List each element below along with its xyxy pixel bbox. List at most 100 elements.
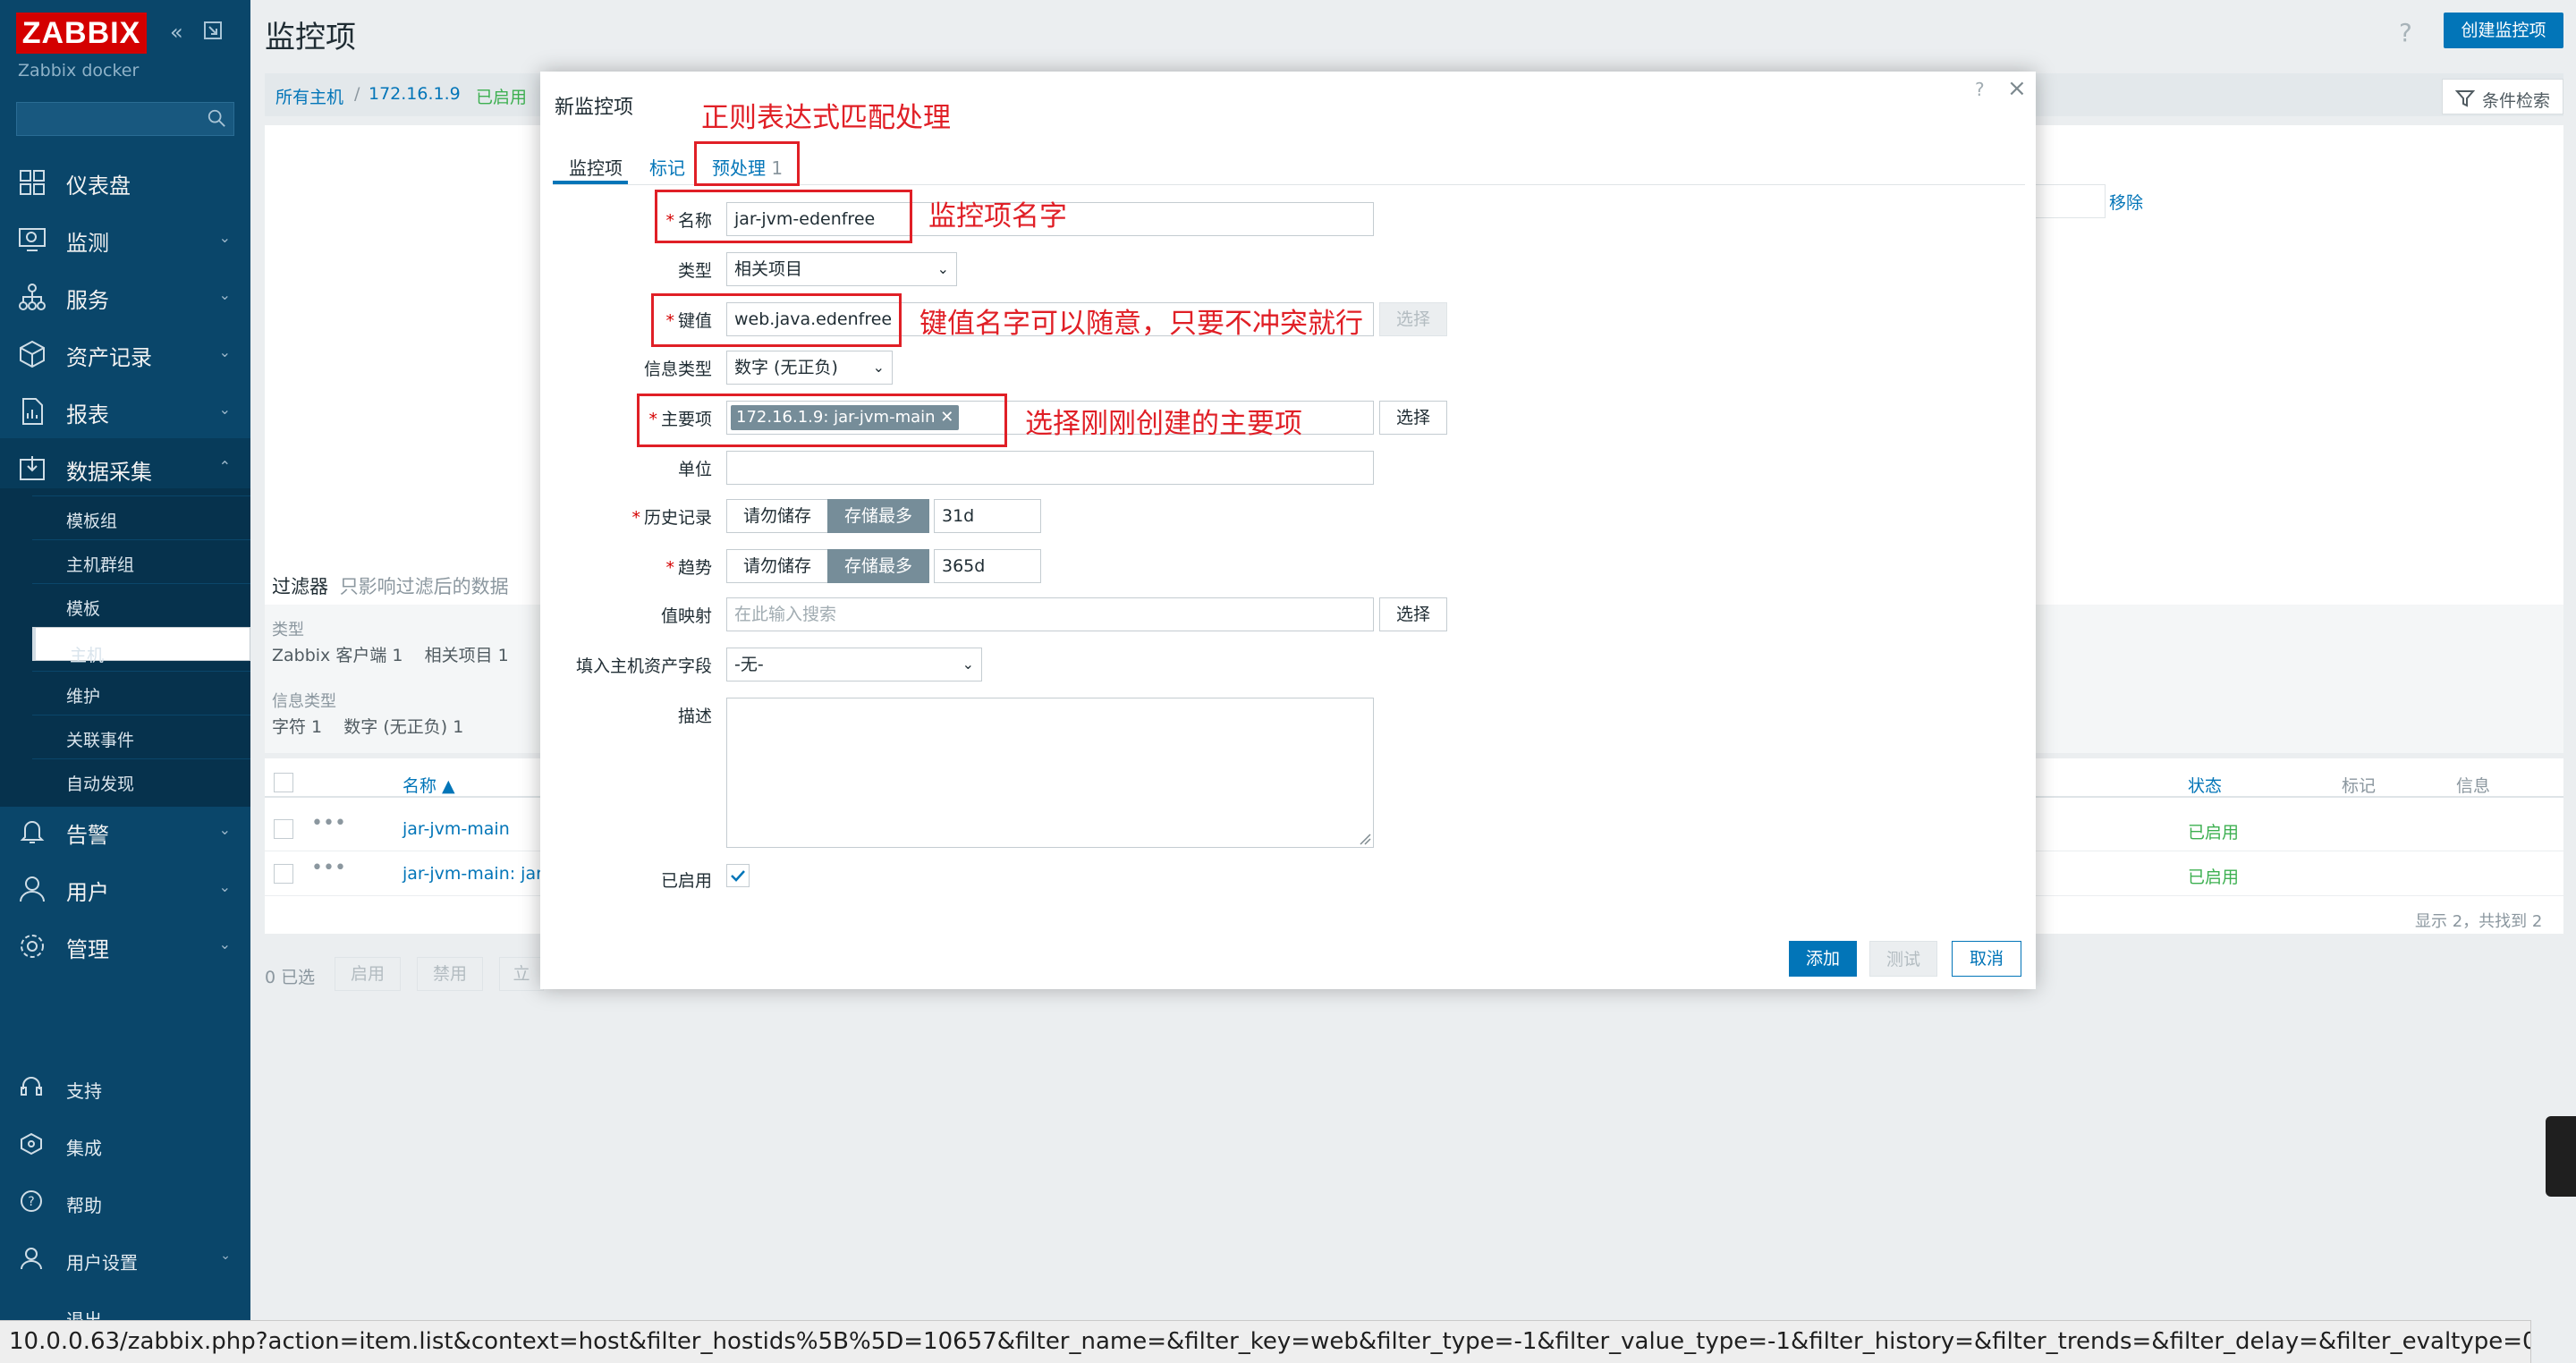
nav-data-collection[interactable]: 数据采集 ⌃ bbox=[0, 438, 250, 495]
selected-count: 0 已选 bbox=[265, 968, 316, 987]
nav-user-settings[interactable]: 用户设置 ⌄ bbox=[0, 1236, 250, 1281]
row-menu-icon[interactable]: ••• bbox=[311, 812, 346, 834]
row-item-name[interactable]: jar-jvm-main bbox=[402, 819, 510, 839]
history-period-input[interactable]: 31d bbox=[934, 499, 1041, 533]
nav-dashboard[interactable]: 仪表盘 bbox=[0, 152, 250, 209]
submenu-maintenance[interactable]: 维护 bbox=[32, 671, 250, 714]
submenu-hosts[interactable]: 主机 bbox=[32, 627, 250, 665]
breadcrumb-enabled[interactable]: 已启用 bbox=[476, 84, 527, 108]
server-name: Zabbix docker bbox=[18, 61, 140, 80]
nav-help[interactable]: ? 帮助 bbox=[0, 1179, 250, 1223]
filter-icon bbox=[2455, 90, 2475, 107]
breadcrumb-all-hosts[interactable]: 所有主机 bbox=[275, 84, 343, 108]
enabled-checkbox[interactable] bbox=[726, 864, 750, 887]
units-label: 单位 bbox=[677, 460, 712, 479]
history-do-not-store-option[interactable]: 请勿储存 bbox=[726, 499, 828, 533]
chevron-down-icon: ⌄ bbox=[218, 821, 231, 838]
select-all-checkbox[interactable] bbox=[274, 773, 293, 792]
type-label: 类型 bbox=[677, 261, 712, 281]
side-widget-handle[interactable] bbox=[2546, 1116, 2576, 1197]
submenu-label: 关联事件 bbox=[66, 731, 135, 750]
tab-item[interactable]: 监控项 bbox=[569, 154, 623, 180]
row-menu-icon[interactable]: ••• bbox=[311, 857, 346, 879]
column-status-header[interactable]: 状态 bbox=[2188, 773, 2222, 797]
annotation-master-item: 选择刚刚创建的主要项 bbox=[1025, 408, 1302, 440]
collapse-sidebar-icon[interactable]: « bbox=[170, 20, 183, 45]
nav-users[interactable]: 用户 ⌄ bbox=[0, 859, 250, 916]
mass-execute-now-button[interactable]: 立 bbox=[499, 957, 544, 991]
annotation-preprocessing: 正则表达式匹配处理 bbox=[701, 102, 951, 134]
nav-label: 管理 bbox=[66, 937, 109, 962]
mass-enable-button[interactable]: 启用 bbox=[335, 957, 401, 991]
nav-services[interactable]: 服务 ⌄ bbox=[0, 267, 250, 324]
breadcrumb-host[interactable]: 172.16.1.9 bbox=[369, 84, 461, 104]
chevron-down-icon: ⌄ bbox=[936, 260, 949, 277]
nav-support[interactable]: 支持 bbox=[0, 1064, 250, 1109]
subfilter-type-values[interactable]: Zabbix 客户端 1 相关项目 1 bbox=[272, 642, 509, 666]
type-select[interactable]: 相关项目 ⌄ bbox=[726, 252, 957, 286]
submenu-discovery[interactable]: 自动发现 bbox=[32, 758, 250, 801]
master-item-select-button[interactable]: 选择 bbox=[1379, 401, 1447, 435]
info-type-select[interactable]: 数字 (无正负) ⌄ bbox=[726, 351, 893, 385]
kiosk-mode-icon[interactable] bbox=[202, 20, 224, 47]
history-store-up-to-option[interactable]: 存储最多 bbox=[827, 499, 929, 533]
mass-disable-button[interactable]: 禁用 bbox=[417, 957, 483, 991]
nav-label: 告警 bbox=[66, 823, 109, 848]
close-icon[interactable]: × bbox=[2007, 75, 2027, 102]
row-item-name[interactable]: jar-jvm-main: jar-j bbox=[402, 864, 553, 884]
subfilter-info-type-values[interactable]: 字符 1 数字 (无正负) 1 bbox=[272, 714, 463, 738]
trends-period-input[interactable]: 365d bbox=[934, 549, 1041, 583]
submenu-label: 维护 bbox=[66, 687, 101, 707]
row-checkbox[interactable] bbox=[274, 864, 293, 884]
submenu-template-groups[interactable]: 模板组 bbox=[32, 495, 250, 538]
nav-inventory[interactable]: 资产记录 ⌄ bbox=[0, 324, 250, 381]
nav-administration[interactable]: 管理 ⌄ bbox=[0, 916, 250, 973]
enabled-label: 已启用 bbox=[660, 871, 712, 891]
value-mapping-input[interactable]: 在此输入搜索 bbox=[726, 597, 1374, 631]
inventory-field-select[interactable]: -无- ⌄ bbox=[726, 648, 982, 682]
add-button[interactable]: 添加 bbox=[1789, 941, 1857, 977]
submenu-event-correlation[interactable]: 关联事件 bbox=[32, 715, 250, 758]
search-icon[interactable] bbox=[207, 108, 226, 128]
help-icon[interactable]: ? bbox=[2399, 18, 2412, 47]
trends-do-not-store-option[interactable]: 请勿储存 bbox=[726, 549, 828, 583]
nav-label: 报表 bbox=[66, 402, 109, 428]
description-textarea[interactable] bbox=[726, 698, 1374, 848]
row-checkbox[interactable] bbox=[274, 819, 293, 839]
bg-tag-input[interactable] bbox=[2034, 184, 2106, 218]
test-button[interactable]: 测试 bbox=[1869, 941, 1937, 977]
value-mapping-select-button[interactable]: 选择 bbox=[1379, 597, 1447, 631]
sidebar: ZABBIX « Zabbix docker 仪表盘 监测 ⌄ 服务 ⌄ 资产记… bbox=[0, 0, 250, 1363]
chevron-down-icon: ⌄ bbox=[218, 286, 231, 303]
filter-toggle-button[interactable]: 条件检索 bbox=[2442, 79, 2563, 114]
chevron-down-icon: ⌄ bbox=[218, 229, 231, 246]
bell-icon bbox=[20, 821, 45, 843]
remove-link[interactable]: 移除 bbox=[2109, 190, 2143, 214]
dashboard-icon bbox=[20, 170, 45, 195]
row-status[interactable]: 已启用 bbox=[2188, 864, 2239, 888]
footer-label: 集成 bbox=[66, 1138, 102, 1159]
nav-alerts[interactable]: 告警 ⌄ bbox=[0, 801, 250, 859]
dialog-help-icon[interactable]: ? bbox=[1975, 79, 1985, 100]
column-name-header[interactable]: 名称 ▲ bbox=[402, 773, 455, 797]
key-select-button[interactable]: 选择 bbox=[1379, 302, 1447, 336]
nav-label: 用户 bbox=[66, 880, 109, 905]
units-input[interactable] bbox=[726, 451, 1374, 485]
nav-reports[interactable]: 报表 ⌄ bbox=[0, 381, 250, 438]
cancel-button[interactable]: 取消 bbox=[1952, 941, 2021, 977]
nav-integrations[interactable]: 集成 bbox=[0, 1122, 250, 1166]
integration-icon bbox=[21, 1132, 42, 1156]
submenu-host-groups[interactable]: 主机群组 bbox=[32, 539, 250, 582]
resize-handle-icon[interactable] bbox=[1359, 833, 1371, 845]
zabbix-logo[interactable]: ZABBIX bbox=[16, 13, 147, 54]
tab-tags[interactable]: 标记 bbox=[649, 154, 685, 180]
create-item-button[interactable]: 创建监控项 bbox=[2444, 13, 2563, 48]
gear-icon bbox=[21, 935, 44, 958]
submenu-templates[interactable]: 模板 bbox=[32, 583, 250, 626]
svg-text:?: ? bbox=[28, 1195, 34, 1209]
filter-hint-text: 只影响过滤后的数据 bbox=[339, 576, 509, 597]
sidebar-search-input[interactable] bbox=[16, 102, 234, 136]
row-status[interactable]: 已启用 bbox=[2188, 819, 2239, 843]
nav-monitoring[interactable]: 监测 ⌄ bbox=[0, 209, 250, 267]
trends-store-up-to-option[interactable]: 存储最多 bbox=[827, 549, 929, 583]
